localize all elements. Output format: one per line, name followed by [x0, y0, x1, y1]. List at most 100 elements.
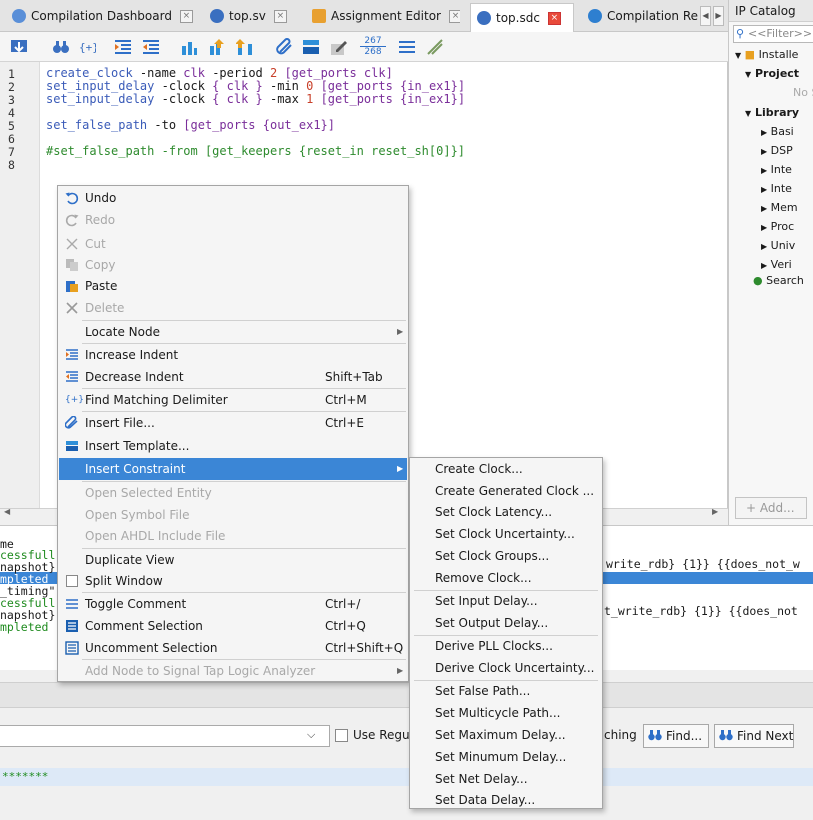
menu-item-find-matching-delimiter[interactable]: {+} Find Matching Delimiter Ctrl+M	[59, 389, 407, 411]
decrease-indent-icon[interactable]	[142, 38, 160, 56]
tab-top-sv[interactable]: top.sv ×	[204, 4, 296, 28]
ip-tree-interface-2[interactable]: ▶ Inte	[761, 180, 792, 198]
menu-item-open-symbol-file[interactable]: Open Symbol File	[59, 504, 407, 526]
ip-filter-input[interactable]: ⚲ <<Filter>>	[733, 25, 813, 43]
submenu-item-set-multicycle-path[interactable]: Set Multicycle Path...	[411, 702, 601, 724]
submenu-item-set-false-path[interactable]: Set False Path...	[411, 680, 601, 702]
menu-item-decrease-indent[interactable]: Decrease Indent Shift+Tab	[59, 366, 407, 388]
line-number: 1	[8, 67, 15, 81]
menu-item-insert-template[interactable]: Insert Template...	[59, 435, 407, 457]
insert-file-icon	[65, 416, 78, 429]
chart-bars-icon[interactable]	[180, 38, 198, 56]
chevron-down-icon[interactable]: ⌵	[307, 728, 315, 742]
assignment-editor-icon	[312, 9, 326, 23]
menu-item-split-window[interactable]: Split Window	[59, 570, 407, 592]
tab-label: top.sdc	[496, 11, 540, 25]
menu-item-toggle-comment[interactable]: Toggle Comment Ctrl+/	[59, 593, 407, 615]
menu-item-undo[interactable]: Undo	[59, 187, 407, 209]
ip-tree-processors[interactable]: ▶ Proc	[761, 218, 794, 236]
submenu-item-derive-clock-uncertainty[interactable]: Derive Clock Uncertainty...	[411, 657, 601, 679]
submenu-arrow-icon: ▶	[397, 327, 404, 336]
menu-item-insert-constraint[interactable]: Insert Constraint ▶	[59, 458, 407, 480]
close-icon[interactable]: ×	[179, 9, 193, 23]
line-number: 7	[8, 145, 15, 159]
menu-item-insert-file[interactable]: Insert File... Ctrl+E	[59, 412, 407, 434]
ip-tree-dsp[interactable]: ▶ DSP	[761, 142, 793, 160]
toggle-comment-icon[interactable]	[398, 38, 416, 56]
menu-item-open-ahdl-include-file[interactable]: Open AHDL Include File	[59, 525, 407, 547]
expand-arrow-icon: ▶	[761, 147, 768, 156]
uncomment-icon[interactable]	[426, 38, 444, 56]
find-next-button[interactable]: Find Next	[714, 724, 794, 748]
find-button[interactable]: Find...	[643, 724, 709, 748]
find-input[interactable]: ⌵	[0, 725, 330, 747]
menu-item-increase-indent[interactable]: Increase Indent	[59, 344, 407, 366]
attach-file-icon[interactable]	[276, 38, 294, 56]
submenu-item-set-clock-uncertainty[interactable]: Set Clock Uncertainty...	[411, 523, 601, 545]
tab-scroll-right-icon[interactable]: ▶	[713, 6, 724, 26]
chart-down-icon[interactable]	[236, 38, 254, 56]
submenu-item-set-minimum-delay[interactable]: Set Minumum Delay...	[411, 746, 601, 768]
matching-delimiter-icon[interactable]: {+}	[78, 38, 96, 56]
submenu-item-set-clock-groups[interactable]: Set Clock Groups...	[411, 545, 601, 567]
find-panel-splitter[interactable]	[0, 682, 813, 708]
ip-add-button[interactable]: + Add...	[735, 497, 807, 519]
menu-item-duplicate-view[interactable]: Duplicate View	[59, 549, 407, 571]
close-icon[interactable]: ×	[547, 11, 561, 25]
ip-filter-placeholder: <<Filter>>	[748, 27, 813, 40]
ip-catalog-title: IP Catalog	[729, 0, 813, 22]
ip-tree-project[interactable]: ▼ Project	[745, 65, 799, 83]
close-icon[interactable]: ×	[273, 9, 287, 23]
ip-tree-memory[interactable]: ▶ Mem	[761, 199, 798, 217]
binoculars-icon	[719, 730, 733, 741]
submenu-item-set-input-delay[interactable]: Set Input Delay...	[411, 590, 601, 612]
chart-up-icon[interactable]	[208, 38, 226, 56]
ip-tree-library[interactable]: ▼ Library	[745, 104, 799, 122]
menu-item-open-selected-entity[interactable]: Open Selected Entity	[59, 482, 407, 504]
submenu-item-set-net-delay[interactable]: Set Net Delay...	[411, 768, 601, 790]
submenu-item-remove-clock[interactable]: Remove Clock...	[411, 567, 601, 589]
uncomment-icon	[65, 641, 79, 655]
ip-tree-basic[interactable]: ▶ Basi	[761, 123, 794, 141]
submenu-item-set-data-delay[interactable]: Set Data Delay...	[411, 789, 601, 811]
svg-text:{+}: {+}	[79, 41, 96, 54]
tab-label: top.sv	[229, 9, 266, 23]
menu-item-comment-selection[interactable]: Comment Selection Ctrl+Q	[59, 615, 407, 637]
menu-item-add-node-signal-tap[interactable]: Add Node to Signal Tap Logic Analyzer ▶	[59, 660, 407, 682]
menu-item-cut[interactable]: Cut	[59, 233, 407, 255]
checkbox-icon[interactable]	[66, 575, 78, 587]
find-binoculars-icon[interactable]	[52, 38, 70, 56]
submenu-item-derive-pll-clocks[interactable]: Derive PLL Clocks...	[411, 635, 601, 657]
ip-tree-university[interactable]: ▶ Univ	[761, 237, 795, 255]
menu-item-locate-node[interactable]: Locate Node ▶	[59, 321, 407, 343]
tab-compilation-report[interactable]: Compilation Rep	[582, 4, 698, 28]
scroll-left-icon[interactable]: ◀	[4, 507, 10, 516]
submenu-item-set-output-delay[interactable]: Set Output Delay...	[411, 612, 601, 634]
menu-item-redo[interactable]: Redo	[59, 209, 407, 231]
use-regex-checkbox[interactable]	[335, 729, 348, 742]
template-icon[interactable]	[302, 38, 320, 56]
save-download-icon[interactable]	[10, 38, 28, 56]
menu-item-paste[interactable]: Paste	[59, 275, 407, 297]
ip-tree-installed[interactable]: ▼ ■ Installe	[735, 46, 798, 64]
submenu-item-set-maximum-delay[interactable]: Set Maximum Delay...	[411, 724, 601, 746]
delete-icon	[66, 302, 78, 314]
menu-item-delete[interactable]: Delete	[59, 297, 407, 319]
tab-assignment-editor[interactable]: Assignment Editor ×	[306, 4, 460, 28]
tab-scroll-left-icon[interactable]: ◀	[700, 6, 711, 26]
comment-icon	[66, 620, 78, 632]
close-icon[interactable]: ×	[448, 9, 460, 23]
increase-indent-icon[interactable]	[114, 38, 132, 56]
menu-item-uncomment-selection[interactable]: Uncomment Selection Ctrl+Shift+Q	[59, 637, 407, 659]
submenu-item-create-generated-clock[interactable]: Create Generated Clock ...	[411, 480, 601, 502]
constraint-edit-icon[interactable]	[330, 38, 348, 56]
ip-tree-search[interactable]: ● Search	[753, 272, 804, 290]
submenu-item-set-clock-latency[interactable]: Set Clock Latency...	[411, 501, 601, 523]
scroll-right-icon[interactable]: ▶	[712, 507, 718, 516]
menu-item-copy[interactable]: Copy	[59, 254, 407, 276]
code-line-1: create_clock -name clk -period 2 [get_po…	[46, 66, 393, 80]
tab-top-sdc[interactable]: top.sdc ×	[470, 3, 574, 32]
tab-compilation-dashboard[interactable]: Compilation Dashboard ×	[6, 4, 194, 28]
ip-tree-interface-1[interactable]: ▶ Inte	[761, 161, 792, 179]
submenu-item-create-clock[interactable]: Create Clock...	[411, 458, 601, 480]
